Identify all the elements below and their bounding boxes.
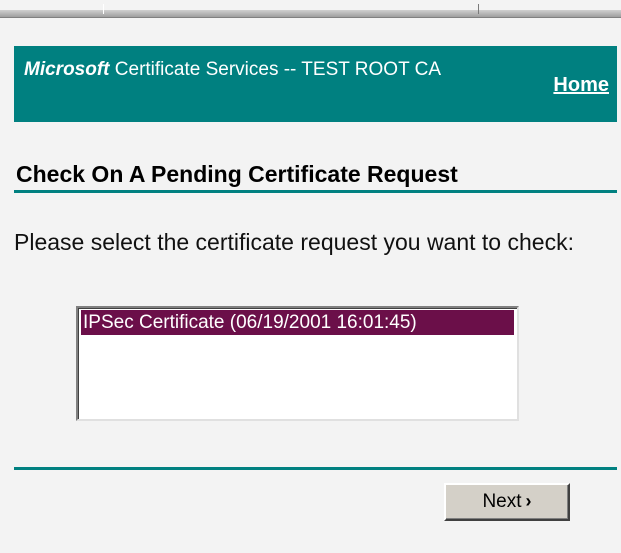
service-title: Certificate Services -- TEST ROOT CA — [114, 59, 442, 80]
next-button-label: Next — [482, 491, 522, 512]
next-button[interactable]: Next › — [444, 483, 570, 521]
divider — [14, 190, 617, 193]
brand-name: Microsoft — [24, 59, 110, 80]
select-prompt: Please select the certificate request yo… — [14, 229, 574, 255]
page-title: Check On A Pending Certificate Request — [16, 161, 458, 187]
toolbar-separator — [478, 4, 479, 14]
browser-chrome-edge — [0, 0, 621, 22]
request-listbox[interactable]: IPSec Certificate (06/19/2001 16:01:45) — [76, 306, 519, 421]
site-title: Microsoft Certificate Services -- TEST R… — [24, 58, 524, 82]
divider — [14, 467, 617, 470]
header-bar: Microsoft Certificate Services -- TEST R… — [14, 46, 617, 122]
toolbar-separator — [92, 4, 104, 14]
list-item[interactable]: IPSec Certificate (06/19/2001 16:01:45) — [81, 310, 514, 335]
chevron-right-icon: › — [525, 491, 532, 511]
home-link[interactable]: Home — [553, 74, 609, 97]
